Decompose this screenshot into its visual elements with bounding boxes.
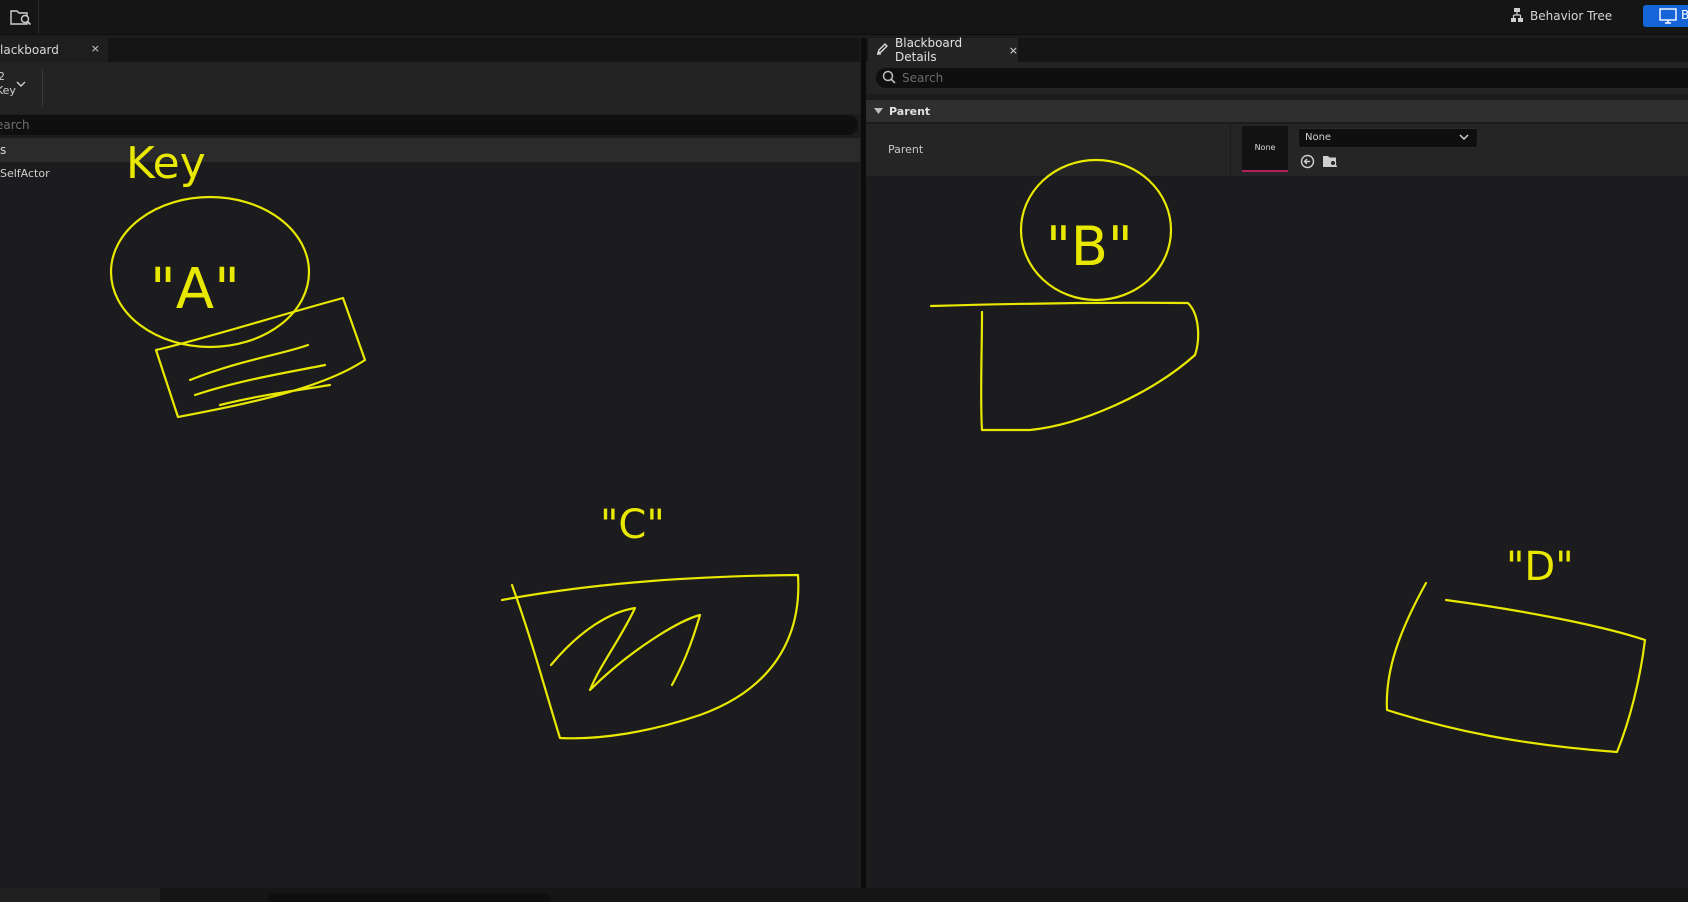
toolbar-separator — [38, 0, 39, 34]
tab-blackboard-details[interactable]: Blackboard Details × — [868, 36, 1018, 64]
search-input[interactable]: earch — [0, 115, 858, 135]
status-bar — [0, 888, 1688, 902]
monitor-icon — [1659, 8, 1677, 27]
blackboard-mode-label: B — [1681, 8, 1688, 22]
section-header-parent[interactable]: Parent — [866, 100, 1688, 122]
blackboard-tabstrip: lackboard × — [0, 38, 860, 62]
folder-search-icon[interactable] — [10, 8, 32, 29]
column-divider[interactable] — [1230, 124, 1231, 176]
bottom-input[interactable] — [268, 894, 550, 902]
search-icon — [882, 70, 896, 87]
parent-asset-combo[interactable]: None — [1298, 128, 1478, 148]
new-key-label: Key — [0, 84, 16, 97]
combo-value: None — [1305, 132, 1332, 143]
bottom-tab[interactable] — [0, 888, 160, 902]
behavior-tree-label: Behavior Tree — [1530, 9, 1613, 23]
key-category-header[interactable]: s — [0, 138, 860, 162]
details-tabstrip: Blackboard Details × — [866, 36, 1688, 64]
behavior-tree-icon — [1510, 7, 1524, 26]
new-key-line1: 2 — [0, 70, 5, 83]
top-toolbar: Behavior Tree B — [0, 0, 1688, 35]
blackboard-toolbar: 2 Key — [0, 62, 860, 114]
blackboard-details-panel: Blackboard Details × Search Parent Paren… — [866, 36, 1688, 888]
chevron-down-icon — [1459, 129, 1469, 147]
toolbar-separator — [42, 70, 43, 106]
close-icon[interactable]: × — [91, 42, 100, 55]
details-search-bar: Search — [866, 62, 1688, 94]
new-key-button[interactable]: 2 Key — [0, 70, 36, 106]
property-label: Parent — [888, 143, 924, 156]
search-placeholder: Search — [902, 71, 944, 85]
pencil-icon — [876, 42, 889, 58]
blackboard-mode-button[interactable]: B — [1643, 5, 1688, 27]
tab-blackboard[interactable]: lackboard × — [0, 38, 108, 62]
property-row-parent: Parent None None — [866, 124, 1688, 177]
close-icon[interactable]: × — [1009, 44, 1018, 57]
key-item-selfactor[interactable]: SelfActor — [0, 164, 860, 184]
tab-blackboard-label: lackboard — [0, 43, 59, 57]
blackboard-panel: lackboard × 2 Key earch s SelfActor — [0, 38, 860, 888]
triangle-down-icon — [874, 105, 883, 118]
behavior-tree-button[interactable]: Behavior Tree — [1510, 6, 1612, 26]
search-input[interactable]: Search — [876, 68, 1688, 88]
tab-blackboard-details-label: Blackboard Details — [895, 36, 963, 64]
chevron-down-icon[interactable] — [16, 78, 26, 91]
section-label: Parent — [889, 104, 931, 118]
folder-search-icon[interactable] — [1322, 154, 1338, 172]
use-selected-icon[interactable] — [1300, 154, 1315, 172]
asset-thumbnail[interactable]: None — [1242, 126, 1288, 172]
